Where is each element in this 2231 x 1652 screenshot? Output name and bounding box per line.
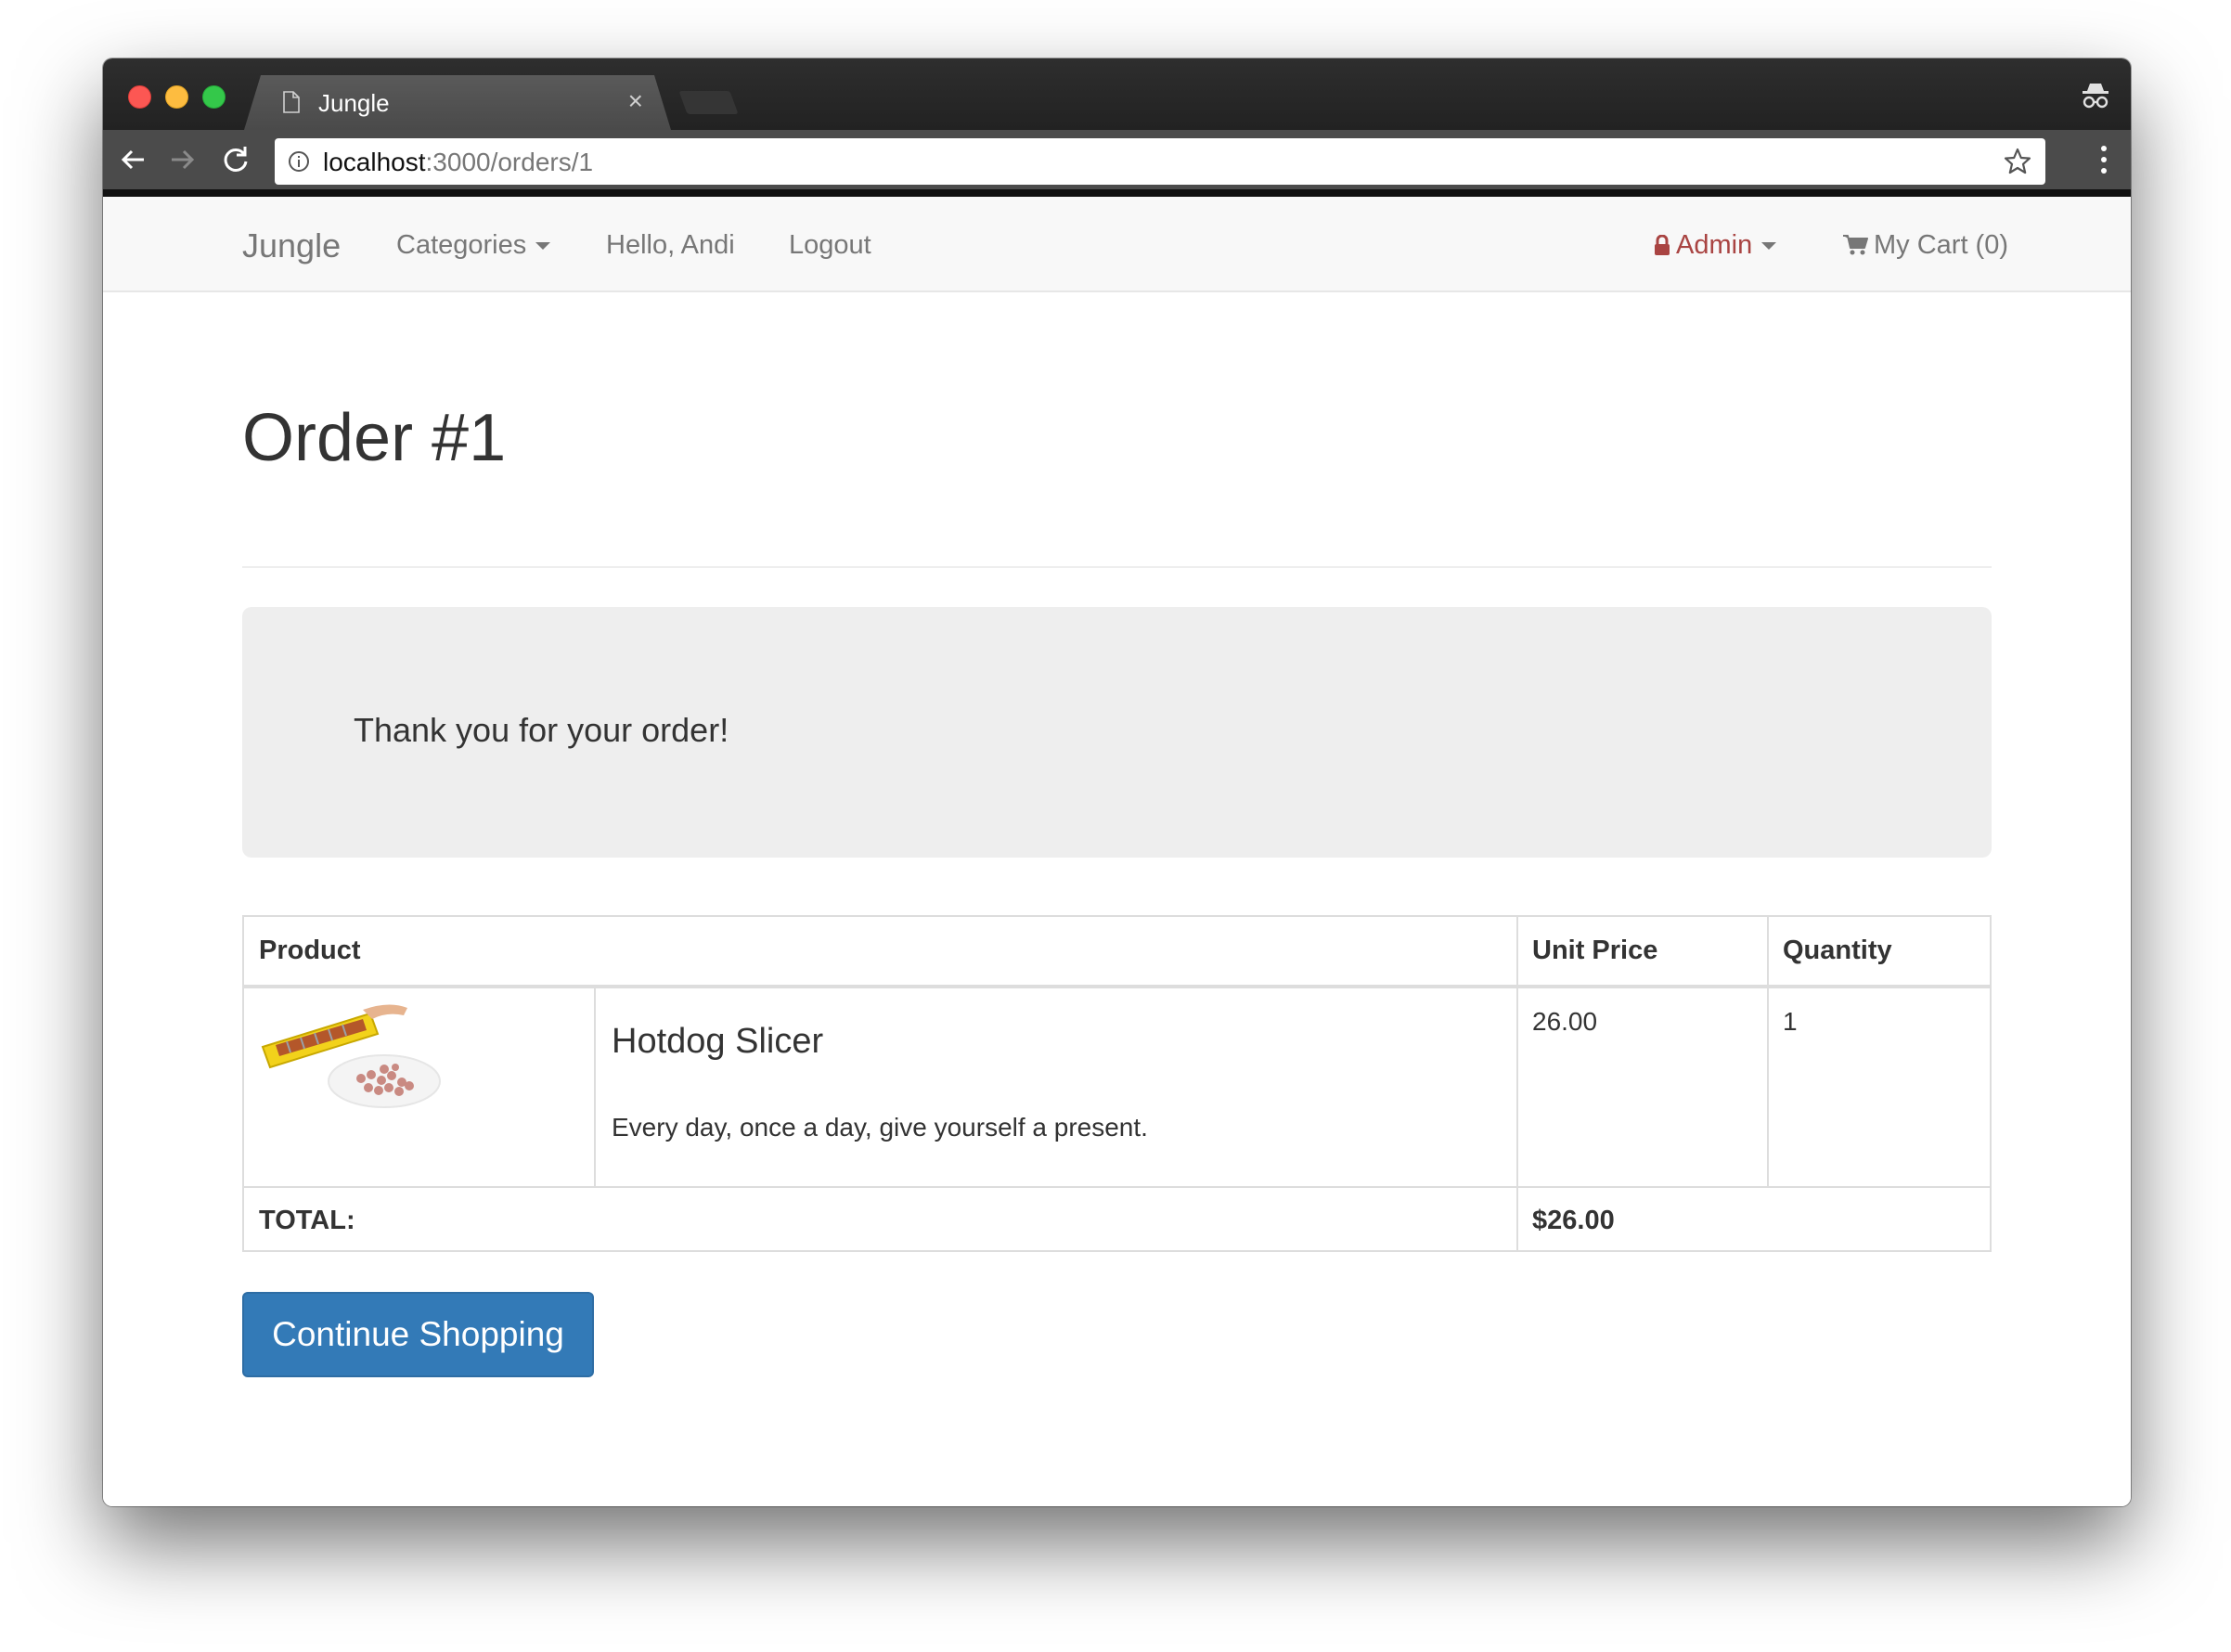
star-icon[interactable] bbox=[2003, 147, 2032, 176]
forward-icon[interactable] bbox=[164, 142, 200, 177]
header-product: Product bbox=[259, 936, 361, 965]
categories-label: Categories bbox=[396, 230, 527, 260]
cart-label: My Cart (0) bbox=[1874, 230, 2008, 260]
categories-dropdown[interactable]: Categories bbox=[396, 230, 551, 261]
logout-link[interactable]: Logout bbox=[789, 230, 871, 261]
browser-tab[interactable]: Jungle × bbox=[244, 75, 671, 130]
greeting-link[interactable]: Hello, Andi bbox=[606, 230, 735, 261]
url-path: :3000/orders/1 bbox=[425, 148, 594, 176]
minimize-window-button[interactable] bbox=[165, 85, 188, 109]
close-icon[interactable]: × bbox=[628, 86, 643, 116]
header-divider bbox=[244, 985, 1990, 988]
product-name: Hotdog Slicer bbox=[612, 1022, 824, 1061]
url-host: localhost bbox=[323, 148, 426, 176]
page-title: Order #1 bbox=[242, 401, 507, 475]
caret-down-icon bbox=[535, 242, 551, 251]
lock-icon bbox=[1655, 235, 1670, 255]
column-divider bbox=[1516, 917, 1518, 1252]
total-label: TOTAL: bbox=[259, 1206, 355, 1235]
total-value: $26.00 bbox=[1532, 1206, 1615, 1235]
thank-you-message: Thank you for your order! bbox=[354, 711, 729, 749]
close-window-button[interactable] bbox=[128, 85, 151, 109]
column-divider bbox=[1767, 917, 1769, 1186]
tab-title: Jungle bbox=[318, 89, 390, 117]
quantity-value: 1 bbox=[1783, 1007, 1798, 1036]
browser-window: Jungle × localhost:3000/orders/1 Jungle … bbox=[103, 58, 2131, 1506]
order-table: Product Unit Price Quantity Hotdog Slice… bbox=[242, 915, 1992, 1252]
back-icon[interactable] bbox=[116, 142, 151, 177]
column-divider bbox=[594, 988, 596, 1186]
url-text: localhost:3000/orders/1 bbox=[323, 148, 593, 177]
product-description: Every day, once a day, give yourself a p… bbox=[612, 1113, 1148, 1142]
title-divider bbox=[242, 566, 1992, 568]
site-navbar: Jungle Categories Hello, Andi Logout Adm… bbox=[103, 197, 2131, 292]
admin-dropdown[interactable]: Admin bbox=[1654, 230, 1777, 261]
product-image bbox=[261, 1004, 441, 1108]
continue-shopping-button[interactable]: Continue Shopping bbox=[242, 1292, 594, 1377]
thank-you-panel: Thank you for your order! bbox=[242, 607, 1992, 858]
reload-icon[interactable] bbox=[218, 142, 253, 177]
brand-link[interactable]: Jungle bbox=[242, 226, 341, 265]
incognito-icon bbox=[2083, 84, 2108, 109]
caret-down-icon bbox=[1761, 242, 1777, 251]
menu-icon[interactable] bbox=[2099, 143, 2108, 176]
address-bar[interactable]: localhost:3000/orders/1 bbox=[275, 138, 2045, 185]
browser-toolbar: localhost:3000/orders/1 bbox=[103, 130, 2131, 189]
toolbar-divider bbox=[103, 189, 2131, 197]
info-icon[interactable] bbox=[288, 150, 310, 173]
cart-icon bbox=[1843, 235, 1868, 255]
header-unit-price: Unit Price bbox=[1532, 936, 1658, 965]
cart-link[interactable]: My Cart (0) bbox=[1842, 230, 2008, 261]
web-page: Jungle Categories Hello, Andi Logout Adm… bbox=[103, 197, 2131, 1506]
unit-price-value: 26.00 bbox=[1532, 1007, 1598, 1036]
file-icon bbox=[283, 91, 300, 113]
header-quantity: Quantity bbox=[1783, 936, 1892, 965]
title-bar: Jungle × bbox=[103, 58, 2131, 130]
new-tab-button[interactable] bbox=[678, 91, 739, 114]
maximize-window-button[interactable] bbox=[202, 85, 226, 109]
row-divider bbox=[244, 1186, 1990, 1188]
admin-label: Admin bbox=[1676, 230, 1753, 260]
